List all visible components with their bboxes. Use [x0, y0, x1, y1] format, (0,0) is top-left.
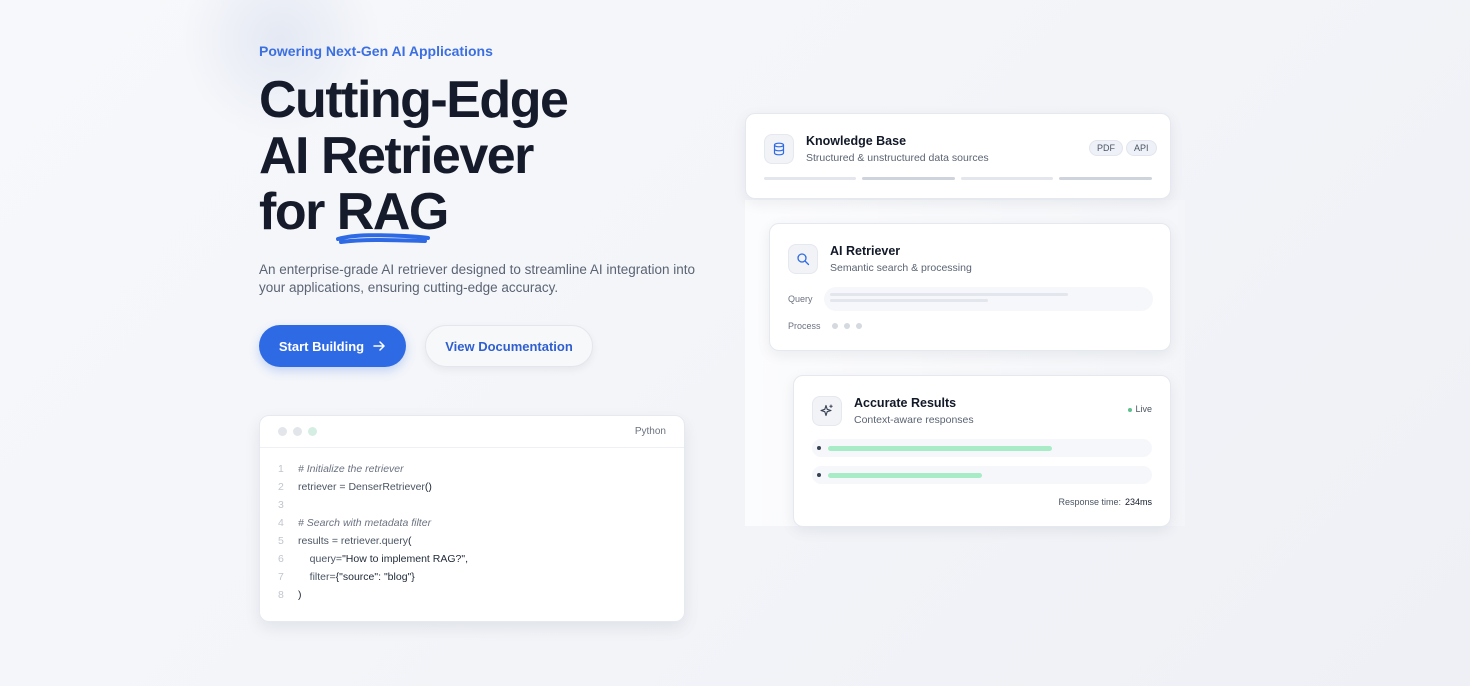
code-token: # Initialize the retriever [298, 463, 404, 475]
code-token: filter= [298, 571, 336, 583]
headline-line-3: for RAG [259, 183, 719, 244]
progress-segment [1059, 177, 1152, 180]
start-building-label: Start Building [278, 338, 365, 354]
accurate-results-title: Accurate Results [854, 396, 957, 410]
code-token: {"source": "blog"} [335, 571, 415, 583]
process-label: Process [788, 321, 821, 331]
live-dot-icon [1128, 407, 1133, 412]
database-icon [764, 134, 794, 164]
knowledge-base-card: Knowledge Base Structured & unstructured… [745, 113, 1171, 199]
line-number: 7 [278, 571, 284, 583]
code-token: ) [298, 589, 302, 601]
search-icon [788, 244, 818, 274]
tag-api: API [1126, 140, 1157, 156]
view-documentation-button[interactable]: View Documentation [425, 325, 593, 367]
response-time-value: 234ms [1124, 497, 1152, 507]
query-label: Query [788, 294, 813, 304]
code-card-header: Python [260, 416, 684, 448]
bullet-icon [817, 446, 821, 450]
response-time: Response time: 234ms [1058, 497, 1152, 507]
line-number: 1 [278, 463, 284, 475]
query-preview [824, 287, 1153, 311]
sparkle-icon [812, 396, 842, 426]
window-dots [278, 427, 317, 436]
line-number: 8 [278, 589, 284, 601]
result-row [812, 439, 1152, 457]
line-number: 4 [278, 517, 284, 529]
result-bar [828, 473, 982, 478]
accurate-results-card: Accurate Results Context-aware responses… [793, 375, 1171, 527]
code-line: 3 [278, 496, 684, 514]
process-dot-icon [856, 323, 862, 329]
code-line: 6 query= "How to implement RAG?", [278, 550, 684, 568]
result-row [812, 466, 1152, 484]
progress-segment [764, 177, 856, 180]
window-dot-icon [293, 427, 302, 436]
process-dot-icon [832, 323, 838, 329]
code-token: "How to implement RAG?", [342, 553, 468, 565]
code-token: ( [408, 535, 412, 547]
headline-highlight: RAG [335, 184, 449, 244]
response-time-label: Response time: [1058, 497, 1121, 507]
code-language-label: Python [634, 426, 666, 437]
code-line: 1 # Initialize the retriever [278, 460, 684, 478]
code-line: 7 filter= {"source": "blog"} [278, 568, 684, 586]
process-dot-icon [844, 323, 850, 329]
code-line: 4 # Search with metadata filter [278, 514, 684, 532]
hero-eyebrow: Powering Next-Gen AI Applications [259, 43, 493, 59]
code-token: retriever = DenserRetriever [298, 481, 425, 493]
progress-segment [961, 177, 1053, 180]
ai-retriever-title: AI Retriever [830, 244, 901, 258]
code-token: () [424, 481, 432, 493]
hero-headline: Cutting-Edge AI Retriever for RAG [259, 71, 719, 244]
result-bar [828, 446, 1052, 451]
arrow-right-icon [373, 341, 385, 351]
bullet-icon [817, 473, 821, 477]
brush-underline-icon [335, 233, 430, 244]
headline-line-3-prefix: for [259, 183, 337, 241]
line-number: 3 [278, 499, 284, 511]
code-token: query= [298, 553, 343, 565]
window-dot-icon [278, 427, 287, 436]
knowledge-base-title: Knowledge Base [806, 134, 907, 148]
start-building-button[interactable]: Start Building [259, 325, 406, 367]
tag-pdf: PDF [1089, 140, 1123, 156]
headline-line-2: AI Retriever [259, 127, 534, 185]
headline-line-1: Cutting-Edge [259, 71, 569, 129]
window-dot-icon [308, 427, 317, 436]
code-line: 5 results = retriever.query( [278, 532, 684, 550]
ai-retriever-card: AI Retriever Semantic search & processin… [769, 223, 1171, 351]
code-token: results = retriever.query [298, 535, 409, 547]
code-line: 2 retriever = DenserRetriever() [278, 478, 684, 496]
live-status: Live [1128, 404, 1152, 414]
query-line [830, 299, 988, 302]
code-line: 8) [278, 586, 684, 604]
accurate-results-subtitle: Context-aware responses [854, 414, 974, 426]
query-line [830, 293, 1068, 296]
code-snippet-card: Python 1 # Initialize the retriever 2 retri… [259, 415, 685, 622]
line-number: 2 [278, 481, 284, 493]
progress-segment [862, 177, 955, 180]
knowledge-base-subtitle: Structured & unstructured data sources [806, 152, 989, 164]
line-number: 5 [278, 535, 284, 547]
live-label: Live [1135, 404, 1152, 414]
code-body: 1 # Initialize the retriever 2 retriever = … [260, 448, 684, 604]
code-token: # Search with metadata filter [298, 517, 432, 529]
line-number: 6 [278, 553, 284, 565]
hero-description: An enterprise-grade AI retriever designe… [259, 262, 695, 295]
ai-retriever-subtitle: Semantic search & processing [830, 262, 972, 274]
